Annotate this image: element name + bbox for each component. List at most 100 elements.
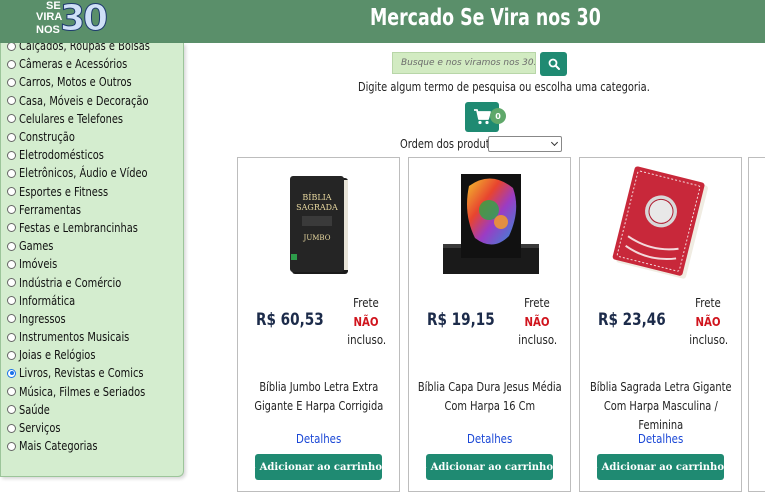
cart-icon (255, 466, 256, 468)
category-radio[interactable] (7, 241, 16, 251)
category-radio[interactable] (7, 387, 16, 397)
category-label: Carros, Motos e Outros (19, 75, 132, 90)
chevron-down-icon (550, 138, 559, 147)
product-image[interactable]: BÍBLIA SAGRADA JUMBO (238, 166, 399, 281)
category-label: Games (19, 239, 54, 254)
site-header: SE VIRA NOS 30 Mercado Se Vira nos 30 (0, 0, 765, 43)
category-item[interactable]: Joias e Relógios (7, 346, 179, 364)
category-item[interactable]: Serviços (7, 419, 179, 437)
category-radio[interactable] (7, 350, 16, 360)
category-radio[interactable] (7, 441, 16, 451)
category-label: Serviços (19, 421, 61, 436)
category-label: Calçados, Roupas e Bolsas (19, 43, 150, 54)
product-image[interactable] (409, 166, 570, 281)
add-to-cart-button[interactable]: Adicionar ao carrinho (255, 454, 382, 480)
category-item[interactable]: Câmeras e Acessórios (7, 55, 179, 73)
search-button[interactable] (540, 52, 567, 76)
product-image[interactable] (580, 166, 741, 281)
category-radio[interactable] (7, 314, 16, 324)
shipping-label: Frete (524, 296, 550, 310)
category-item[interactable]: Casa, Móveis e Decoração (7, 92, 179, 110)
add-to-cart-button[interactable]: Adicionar ao carrinho (426, 454, 553, 480)
details-link[interactable]: Detalhes (580, 432, 741, 446)
category-item[interactable]: Indústria e Comércio (7, 273, 179, 291)
category-item[interactable]: Construção (7, 128, 179, 146)
details-link[interactable]: Detalhes (238, 432, 399, 446)
search-input[interactable] (392, 52, 536, 74)
category-radio[interactable] (7, 259, 16, 269)
category-label: Informática (19, 293, 76, 308)
product-card: R$ 19,15 Frete NÃO incluso. Bíblia Capa … (408, 157, 571, 492)
category-item[interactable]: Carros, Motos e Outros (7, 73, 179, 91)
category-radio[interactable] (7, 132, 16, 142)
category-item[interactable]: Celulares e Telefones (7, 110, 179, 128)
category-list: Calçados, Roupas e Bolsas Câmeras e Acess… (7, 43, 179, 455)
page-title: Mercado Se Vira nos 30 (370, 5, 601, 31)
shipping-suffix: incluso. (347, 333, 387, 347)
category-item[interactable]: Música, Filmes e Seriados (7, 383, 179, 401)
category-item[interactable]: Saúde (7, 401, 179, 419)
category-radio[interactable] (7, 368, 16, 378)
category-item[interactable]: Ingressos (7, 310, 179, 328)
category-radio[interactable] (7, 278, 16, 288)
product-name: Bíblia Capa Dura Jesus Média Com Harpa 1… (417, 380, 562, 413)
category-label: Música, Filmes e Seriados (19, 384, 146, 399)
category-radio[interactable] (7, 332, 16, 342)
category-label: Ferramentas (19, 202, 82, 217)
category-item[interactable]: Imóveis (7, 255, 179, 273)
product-name: Bíblia Jumbo Letra Extra Gigante E Harpa… (254, 380, 383, 413)
category-radio[interactable] (7, 77, 16, 87)
site-logo[interactable]: SE VIRA NOS 30 (34, 0, 109, 43)
category-radio[interactable] (7, 223, 16, 233)
cart-icon (597, 466, 598, 468)
shipping-label: Frete (353, 296, 379, 310)
category-label: Eletrônicos, Áudio e Vídeo (19, 166, 148, 181)
category-radio[interactable] (7, 405, 16, 415)
category-radio[interactable] (7, 205, 16, 215)
product-price: R$ 19,15 (427, 310, 495, 330)
category-radio[interactable] (7, 59, 16, 69)
category-radio[interactable] (7, 96, 16, 106)
category-label: Livros, Revistas e Comics (19, 366, 144, 381)
category-item[interactable]: Mais Categorias (7, 437, 179, 455)
category-item[interactable]: Instrumentos Musicais (7, 328, 179, 346)
category-item[interactable]: Livros, Revistas e Comics (7, 364, 179, 382)
category-item[interactable]: Eletrônicos, Áudio e Vídeo (7, 164, 179, 182)
shipping-suffix: incluso. (689, 333, 729, 347)
add-to-cart-button[interactable]: Adicionar ao carrinho (597, 454, 724, 480)
category-label: Joias e Relógios (19, 348, 96, 363)
category-label: Ingressos (19, 311, 66, 326)
category-item[interactable]: Festas e Lembrancinhas (7, 219, 179, 237)
search-icon (548, 58, 560, 70)
category-radio[interactable] (7, 114, 16, 124)
sort-select[interactable] (488, 136, 562, 152)
logo-nos-text: NOS (36, 24, 60, 36)
category-radio[interactable] (7, 296, 16, 306)
category-label: Câmeras e Acessórios (19, 57, 128, 72)
category-label: Instrumentos Musicais (19, 330, 130, 345)
search-hint: Digite algum termo de pesquisa ou escolh… (358, 80, 650, 94)
shipping-info: Frete NÃO incluso. (344, 294, 388, 350)
shipping-suffix: incluso. (518, 333, 558, 347)
category-radio[interactable] (7, 168, 16, 178)
category-radio[interactable] (7, 43, 16, 51)
category-item[interactable]: Games (7, 237, 179, 255)
add-to-cart-label: Adicionar ao carrinho (430, 461, 553, 473)
category-item[interactable]: Informática (7, 292, 179, 310)
shipping-status: NÃO (695, 314, 721, 329)
details-link[interactable]: Detalhes (409, 432, 570, 446)
category-radio[interactable] (7, 150, 16, 160)
category-label: Mais Categorias (19, 439, 98, 454)
cover-title-1: BÍBLIA (302, 193, 331, 202)
cover-title-3: JUMBO (303, 234, 331, 242)
product-price: R$ 23,46 (598, 310, 666, 330)
category-item[interactable]: Esportes e Fitness (7, 183, 179, 201)
category-label: Esportes e Fitness (19, 184, 109, 199)
category-label: Celulares e Telefones (19, 111, 124, 126)
logo-vira-text: VIRA (36, 11, 63, 23)
category-item[interactable]: Eletrodomésticos (7, 146, 179, 164)
category-item[interactable]: Calçados, Roupas e Bolsas (7, 43, 179, 55)
category-radio[interactable] (7, 423, 16, 433)
category-radio[interactable] (7, 187, 16, 197)
category-item[interactable]: Ferramentas (7, 201, 179, 219)
